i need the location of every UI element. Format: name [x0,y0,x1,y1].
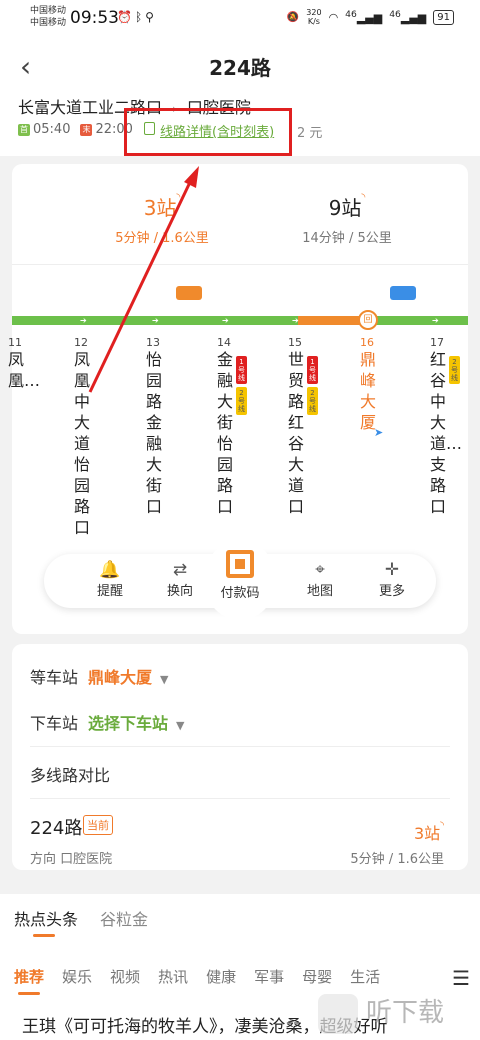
battery-icon: 91 [433,9,454,25]
divider [12,264,468,265]
category-bar: 推荐 娱乐 视频 热讯 健康 军事 母婴 生活 [14,966,380,987]
signal-icon-1: 46▂▄▆ [345,9,383,25]
remind-button[interactable]: 🔔 提醒 [80,560,140,599]
category-item[interactable]: 视频 [110,966,140,987]
category-indicator [18,992,40,995]
bus-icon[interactable] [176,286,202,300]
action-bar: 🔔 提醒 ⇄ 换向 付款码 ⌖ 地图 ✛ 更多 [44,540,436,620]
stop-item[interactable]: 13 怡园路金融大街口 [146,336,168,517]
page-title: 224路 [209,56,271,80]
category-item[interactable]: 母婴 [302,966,332,987]
stop-item-current[interactable]: 16 鼎峰大厦 [360,336,382,433]
route-arrival: 3站◝ 5分钟 / 1.6公里 [350,820,444,867]
arrival-1: 3站◝ 5分钟 / 1.6公里 [72,192,252,246]
category-item[interactable]: 热讯 [158,966,188,987]
metro-line-1-badge: 1号线 [307,356,318,384]
alight-stop-selector[interactable]: 下车站 选择下车站 ▼ [30,710,185,734]
tab-hot[interactable]: 热点头条 [14,906,78,930]
status-icons-left: ⏰ᛒ⚲ [117,10,157,24]
metro-line-1-badge: 1号线 [236,356,247,384]
bluetooth-icon: ᛒ [134,10,146,24]
metro-line-2-badge: 2号线 [236,387,247,415]
metro-line-2-badge: 2号线 [307,387,318,415]
arrival-2-detail: 14分钟 / 5公里 [302,231,392,246]
more-button[interactable]: ✛ 更多 [362,560,422,599]
arrival-2: 9站◝ 14分钟 / 5公里 [257,192,437,246]
reverse-button[interactable]: ⇄ 换向 [150,560,210,599]
waiting-stop-selector[interactable]: 等车站 鼎峰大厦 ▼ [30,664,169,688]
category-item[interactable]: 推荐 [14,966,44,987]
map-pin-icon: ⌖ [315,560,325,580]
line-card: 3站◝ 5分钟 / 1.6公里 9站◝ 14分钟 / 5公里 ➔ ➔ ➔ ➔ ➔… [8,164,468,634]
stop-selection-card: 等车站 鼎峰大厦 ▼ 下车站 选择下车站 ▼ 多线路对比 224路 当前 方向 口腔医院… [12,644,468,870]
watermark: 听下载 [318,992,478,1038]
waiting-stop-value: 鼎峰大厦 [88,668,153,687]
carrier-2: 中国移动 [30,18,67,28]
status-icons-right: 🔕 320 K/s ◠ 46▂▄▆ 46▂▄▆ 91 [287,8,454,26]
map-button[interactable]: ⌖ 地图 [290,560,350,599]
category-item[interactable]: 娱乐 [62,966,92,987]
menu-icon[interactable]: ☰ [452,966,470,990]
qr-code-icon [226,550,254,578]
swap-icon: ⇄ [172,560,188,580]
multi-route-compare[interactable]: 多线路对比 [30,762,110,786]
carrier-1: 中国移动 [30,6,67,16]
network-speed: 320 K/s [306,8,322,26]
signal-icon-2: 46▂▄▆ [389,9,427,25]
route-direction: 方向 口腔医院 [30,852,113,867]
alarm-icon: ⏰ [117,10,135,24]
carrier-info: 中国移动 中国移动 [30,5,66,29]
last-bus-tag: 末 [80,123,93,136]
tab-indicator [33,934,55,937]
direction-arrow-icon: ➔ [152,316,159,325]
category-item[interactable]: 军事 [254,966,284,987]
location-icon: ⚲ [145,10,157,24]
arrival-1-detail: 5分钟 / 1.6公里 [115,231,209,246]
status-bar: 中国移动 中国移动 09:53 ⏰ᛒ⚲ 🔕 320 K/s ◠ 46▂▄▆ 46… [0,0,480,36]
pay-code-button[interactable]: 付款码 [206,540,274,620]
realtime-icon: ◝ [176,192,181,203]
news-tabs: 热点头条 谷粒金 [14,906,148,930]
stop-item[interactable]: 11 凤凰… [8,336,40,391]
service-times: 首 05:40 末 22:00 [18,122,133,137]
navigation-arrow-icon: ➤ [374,426,384,439]
bus-icon[interactable] [390,286,416,300]
metro-badges: 1号线 2号线 [236,356,247,415]
stop-list[interactable]: 11 凤凰… 12 凤凰中大道怡园路口 13 怡园路金融大街口 14 金融大街怡… [8,336,468,537]
category-item[interactable]: 健康 [206,966,236,987]
arrival-1-stations: 3站 [143,196,177,220]
clock: 09:53 [70,8,119,28]
realtime-icon: ◝ [440,820,444,831]
direction-arrow-icon: ➔ [432,316,439,325]
metro-badges: 1号线 2号线 [307,356,318,415]
direction-arrow-icon: ➔ [292,316,299,325]
caret-down-icon: ▼ [176,719,185,732]
direction-arrow-icon: ➔ [80,316,87,325]
fare: 2 元 [297,126,323,141]
first-bus-time: 05:40 [33,122,71,137]
arrival-2-stations: 9站 [328,196,362,220]
wifi-icon: ◠ [328,10,339,24]
bell-icon: 🔔 [99,560,121,580]
direction-arrow-icon: ➔ [222,316,229,325]
alight-stop-value: 选择下车站 [88,714,169,733]
watermark-logo-icon [318,993,358,1034]
plus-icon: ✛ [384,560,400,580]
current-stop-marker: 回 [358,310,378,330]
tab-gulijin[interactable]: 谷粒金 [100,906,148,930]
metro-badges: 2号线 [449,356,460,384]
current-badge: 当前 [83,815,113,835]
first-bus-tag: 首 [18,123,30,136]
mute-icon: 🔕 [286,11,300,23]
caret-down-icon: ▼ [160,673,169,686]
route-name: 224路 [30,818,83,839]
stop-item[interactable]: 12 凤凰中大道怡园路口 [74,336,96,538]
metro-line-2-badge: 2号线 [449,356,460,384]
annotation-highlight-box [124,108,292,156]
divider [30,746,450,747]
realtime-icon: ◝ [361,192,366,203]
category-item[interactable]: 生活 [350,966,380,987]
divider [30,798,450,799]
